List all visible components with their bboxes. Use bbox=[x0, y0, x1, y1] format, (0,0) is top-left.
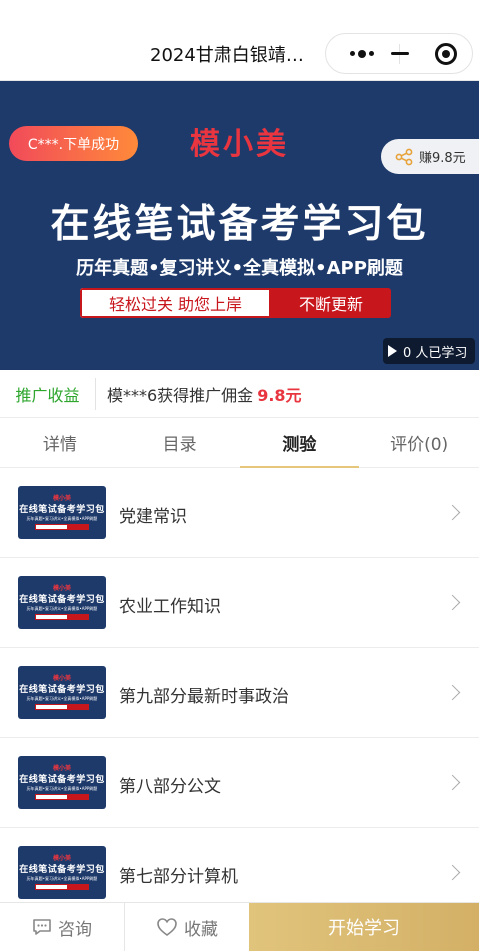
tab-reviews[interactable]: 评价(0) bbox=[359, 418, 479, 467]
quiz-thumbnail: 模小美 在线笔试备考学习包 历年真题•复习讲义•全真模拟•APP刷题 bbox=[18, 486, 106, 539]
thumb-brand: 模小美 bbox=[52, 765, 71, 772]
thumb-slogan-bar bbox=[35, 704, 89, 710]
quiz-thumbnail: 模小美 在线笔试备考学习包 历年真题•复习讲义•全真模拟•APP刷题 bbox=[18, 756, 106, 809]
share-icon bbox=[395, 148, 413, 165]
slogan-right: 不断更新 bbox=[271, 288, 391, 318]
thumb-brand: 模小美 bbox=[52, 495, 71, 502]
chevron-right-icon bbox=[444, 774, 461, 791]
quiz-thumbnail: 模小美 在线笔试备考学习包 历年真题•复习讲义•全真模拟•APP刷题 bbox=[18, 846, 106, 899]
tab-quiz[interactable]: 测验 bbox=[239, 418, 360, 468]
thumb-brand: 模小美 bbox=[52, 675, 71, 682]
thumb-slogan-bar bbox=[35, 614, 89, 620]
thumb-slogan-bar bbox=[35, 884, 89, 890]
quiz-list: 模小美 在线笔试备考学习包 历年真题•复习讲义•全真模拟•APP刷题 党建常识 … bbox=[0, 468, 479, 918]
quiz-thumbnail: 模小美 在线笔试备考学习包 历年真题•复习讲义•全真模拟•APP刷题 bbox=[18, 576, 106, 629]
favorite-label: 收藏 bbox=[184, 919, 218, 940]
thumb-subline: 历年真题•复习讲义•全真模拟•APP刷题 bbox=[26, 876, 98, 881]
order-toast: C***.下单成功 bbox=[9, 126, 138, 161]
chevron-right-icon bbox=[444, 864, 461, 881]
promo-message-text: 模***6获得推广佣金 bbox=[107, 385, 254, 405]
play-icon bbox=[388, 345, 397, 357]
consult-label: 咨询 bbox=[58, 919, 92, 940]
quiz-name: 第九部分最新时事政治 bbox=[119, 687, 289, 707]
thumb-slogan-bar bbox=[35, 794, 89, 800]
chevron-right-icon bbox=[444, 504, 461, 521]
chevron-right-icon bbox=[444, 684, 461, 701]
minimize-icon[interactable] bbox=[376, 34, 424, 73]
tab-details[interactable]: 详情 bbox=[0, 418, 120, 467]
content-tabs: 详情 目录 测验 评价(0) bbox=[0, 418, 479, 468]
promo-tag[interactable]: 推广收益 bbox=[0, 377, 96, 410]
banner-subline: 历年真题•复习讲义•全真模拟•APP刷题 bbox=[76, 258, 403, 279]
promo-amount: 9.8元 bbox=[257, 385, 302, 405]
list-item[interactable]: 模小美 在线笔试备考学习包 历年真题•复习讲义•全真模拟•APP刷题 第八部分公… bbox=[0, 738, 479, 828]
bottom-action-bar: 咨询 收藏 开始学习 bbox=[0, 902, 479, 951]
favorite-button[interactable]: 收藏 bbox=[125, 903, 249, 951]
thumb-subline: 历年真题•复习讲义•全真模拟•APP刷题 bbox=[26, 516, 98, 521]
thumb-brand: 模小美 bbox=[52, 585, 71, 592]
quiz-name: 农业工作知识 bbox=[119, 597, 221, 617]
thumb-headline: 在线笔试备考学习包 bbox=[19, 685, 105, 695]
promo-message: 模***6获得推广佣金 9.8元 bbox=[96, 382, 302, 406]
consult-button[interactable]: 咨询 bbox=[0, 903, 125, 951]
list-item[interactable]: 模小美 在线笔试备考学习包 历年真题•复习讲义•全真模拟•APP刷题 党建常识 bbox=[0, 468, 479, 558]
chevron-right-icon bbox=[444, 594, 461, 611]
banner-slogan: 轻松过关 助您上岸 不断更新 bbox=[80, 288, 391, 318]
promo-row: 推广收益 模***6获得推广佣金 9.8元 bbox=[0, 370, 479, 418]
learners-badge: 0 人已学习 bbox=[383, 338, 475, 364]
thumb-subline: 历年真题•复习讲义•全真模拟•APP刷题 bbox=[26, 606, 98, 611]
earn-label: 赚9.8元 bbox=[419, 151, 466, 166]
banner-headline: 在线笔试备考学习包 bbox=[50, 202, 429, 247]
quiz-name: 第七部分计算机 bbox=[119, 867, 238, 887]
learners-count: 0 人已学习 bbox=[403, 345, 468, 361]
list-item[interactable]: 模小美 在线笔试备考学习包 历年真题•复习讲义•全真模拟•APP刷题 农业工作知… bbox=[0, 558, 479, 648]
thumb-headline: 在线笔试备考学习包 bbox=[19, 775, 105, 785]
tab-catalog[interactable]: 目录 bbox=[120, 418, 240, 467]
close-mini-program-icon[interactable] bbox=[422, 34, 470, 73]
chat-icon bbox=[33, 919, 51, 935]
share-earn-button[interactable]: 赚9.8元 bbox=[381, 139, 479, 174]
course-banner: 模小美 在线笔试备考学习包 历年真题•复习讲义•全真模拟•APP刷题 轻松过关 … bbox=[0, 81, 479, 370]
thumb-slogan-bar bbox=[35, 524, 89, 530]
quiz-name: 党建常识 bbox=[119, 507, 187, 527]
thumb-subline: 历年真题•复习讲义•全真模拟•APP刷题 bbox=[26, 696, 98, 701]
start-learning-button[interactable]: 开始学习 bbox=[249, 903, 479, 951]
slogan-left: 轻松过关 助您上岸 bbox=[80, 288, 271, 318]
page-title: 2024甘肃白银靖远县事业单位招聘 bbox=[150, 45, 320, 66]
thumb-brand: 模小美 bbox=[52, 855, 71, 862]
top-bar: 2024甘肃白银靖远县事业单位招聘 bbox=[0, 0, 479, 81]
list-item[interactable]: 模小美 在线笔试备考学习包 历年真题•复习讲义•全真模拟•APP刷题 第九部分最… bbox=[0, 648, 479, 738]
thumb-subline: 历年真题•复习讲义•全真模拟•APP刷题 bbox=[26, 786, 98, 791]
thumb-headline: 在线笔试备考学习包 bbox=[19, 595, 105, 605]
quiz-name: 第八部分公文 bbox=[119, 777, 221, 797]
quiz-thumbnail: 模小美 在线笔试备考学习包 历年真题•复习讲义•全真模拟•APP刷题 bbox=[18, 666, 106, 719]
thumb-headline: 在线笔试备考学习包 bbox=[19, 505, 105, 515]
mini-program-capsule bbox=[325, 33, 473, 74]
thumb-headline: 在线笔试备考学习包 bbox=[19, 865, 105, 875]
heart-icon bbox=[157, 918, 177, 936]
